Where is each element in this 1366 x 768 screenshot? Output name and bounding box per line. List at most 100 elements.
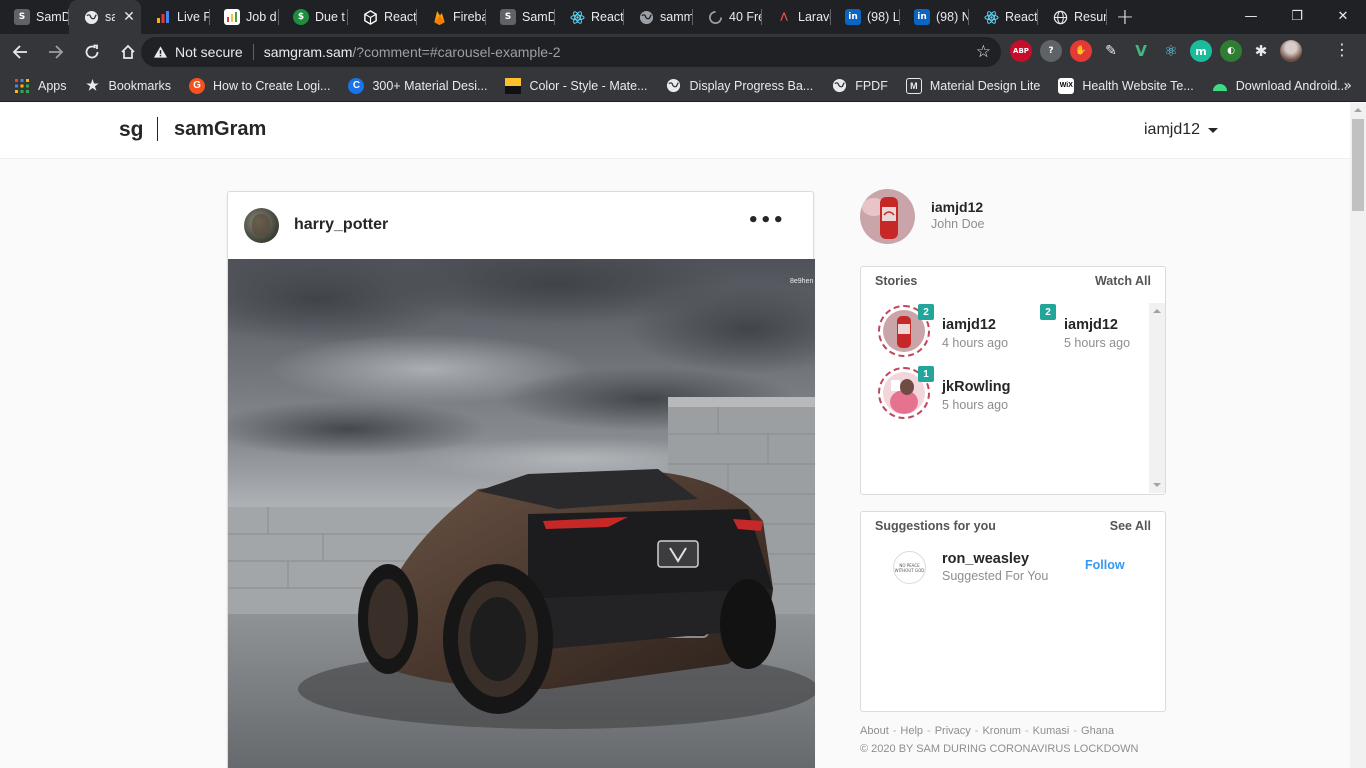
tab-close-icon[interactable]: ✕ bbox=[121, 9, 137, 25]
page-scrollbar[interactable] bbox=[1350, 103, 1366, 768]
wix-icon: WiX bbox=[1058, 77, 1075, 94]
tab-title: Live F bbox=[177, 10, 210, 24]
warning-triangle-icon[interactable] bbox=[152, 44, 168, 60]
bookmark-link[interactable]: C 300+ Material Desi... bbox=[348, 77, 487, 94]
globe-icon bbox=[1052, 9, 1068, 25]
help-badge-icon[interactable]: ? bbox=[1040, 40, 1062, 62]
browser-tab[interactable]: Fireba bbox=[417, 0, 486, 34]
logo-short[interactable]: sg bbox=[119, 118, 144, 142]
follow-button[interactable]: Follow bbox=[1085, 558, 1125, 572]
tab-title: samm bbox=[660, 10, 693, 24]
browser-tab[interactable]: $ Due t bbox=[279, 0, 348, 34]
tab-title: React bbox=[1005, 10, 1038, 24]
story-username: iamjd12 bbox=[1064, 317, 1118, 333]
logo-name[interactable]: samGram bbox=[174, 118, 266, 141]
user-menu-dropdown[interactable]: iamjd12 bbox=[1144, 121, 1219, 139]
new-tab-button[interactable]: + bbox=[1107, 0, 1143, 34]
browser-tab[interactable]: S SamD bbox=[0, 0, 69, 34]
browser-tab[interactable]: React bbox=[348, 0, 417, 34]
stories-title: Stories bbox=[875, 274, 918, 288]
browser-tab[interactable]: Live F bbox=[141, 0, 210, 34]
suggestion-username[interactable]: ron_weasley bbox=[942, 551, 1029, 567]
see-all-link[interactable]: See All bbox=[1110, 519, 1151, 533]
forward-arrow-icon[interactable] bbox=[40, 36, 72, 68]
browser-tab[interactable]: React bbox=[969, 0, 1038, 34]
story-item[interactable]: 1 jkRowling 5 hours ago bbox=[861, 366, 1021, 423]
footer-link-about[interactable]: About bbox=[860, 725, 889, 737]
story-count-badge: 1 bbox=[918, 366, 934, 382]
globe-icon bbox=[831, 78, 847, 94]
bookmark-star-icon[interactable]: ☆ bbox=[976, 42, 991, 62]
minimize-icon[interactable]: — bbox=[1228, 0, 1274, 32]
adblock-plus-icon[interactable]: ABP bbox=[1010, 40, 1032, 62]
post-header: harry_potter ••• bbox=[228, 192, 813, 259]
bookmark-link[interactable]: G How to Create Logi... bbox=[189, 77, 331, 94]
bookmark-link[interactable]: Download Android... bbox=[1212, 78, 1348, 94]
footer-link-privacy[interactable]: Privacy bbox=[935, 725, 971, 737]
browser-tab[interactable]: in (98) L bbox=[831, 0, 900, 34]
tab-title: sa bbox=[105, 10, 115, 24]
profile-handle[interactable]: iamjd12 bbox=[931, 199, 983, 215]
m-extension-icon[interactable]: m bbox=[1190, 40, 1212, 62]
samd-icon: S bbox=[500, 9, 516, 25]
footer-link-kronum[interactable]: Kronum bbox=[982, 725, 1021, 737]
profile-avatar-icon[interactable] bbox=[1280, 40, 1302, 62]
scroll-up-arrow-icon[interactable] bbox=[1153, 309, 1161, 313]
bookmark-link[interactable]: Color - Style - Mate... bbox=[505, 77, 648, 94]
bookmark-label: Apps bbox=[38, 78, 67, 93]
suggestion-avatar[interactable]: NO PEACE WITHOUT GOD bbox=[893, 551, 926, 584]
bookmark-label: Material Design Lite bbox=[929, 78, 1041, 93]
post-image[interactable]: 8e9hen bbox=[228, 259, 815, 768]
browser-tab-active[interactable]: sa ✕ bbox=[69, 0, 141, 34]
bookmark-link[interactable]: WiX Health Website Te... bbox=[1058, 77, 1194, 94]
browser-menu-icon[interactable]: ⋮ bbox=[1334, 42, 1350, 58]
browser-tab[interactable]: React bbox=[555, 0, 624, 34]
footer-link-kumasi[interactable]: Kumasi bbox=[1033, 725, 1070, 737]
story-item[interactable]: 2 iamjd12 5 hours ago bbox=[983, 304, 1143, 361]
react-devtools-icon[interactable]: ⚛ bbox=[1160, 40, 1182, 62]
close-window-icon[interactable]: ✕ bbox=[1320, 0, 1366, 32]
address-bar[interactable]: Not secure samgram.sam /?comment=#carous… bbox=[141, 37, 1001, 67]
scrollbar-thumb[interactable] bbox=[1352, 119, 1364, 211]
footer-link-help[interactable]: Help bbox=[900, 725, 923, 737]
profile-avatar[interactable] bbox=[860, 189, 915, 244]
browser-tab[interactable]: Job d bbox=[210, 0, 279, 34]
more-options-icon[interactable]: ••• bbox=[747, 210, 785, 231]
footer-separator: - bbox=[1024, 725, 1029, 737]
bookmark-apps[interactable]: Apps bbox=[14, 78, 67, 94]
puzzle-icon[interactable]: ✱ bbox=[1250, 40, 1272, 62]
browser-tab[interactable]: samm bbox=[624, 0, 693, 34]
security-label[interactable]: Not secure bbox=[175, 44, 243, 60]
watch-all-link[interactable]: Watch All bbox=[1095, 274, 1151, 288]
browser-tab[interactable]: in (98) N bbox=[900, 0, 969, 34]
scroll-up-arrow-icon[interactable] bbox=[1354, 108, 1362, 112]
home-icon[interactable] bbox=[112, 36, 144, 68]
photo-watermark: 8e9hen bbox=[790, 278, 813, 285]
scroll-down-arrow-icon[interactable] bbox=[1153, 483, 1161, 487]
bookmarks-overflow-icon[interactable]: » bbox=[1343, 78, 1352, 94]
tab-title: Job d bbox=[246, 10, 277, 24]
bookmark-folder[interactable]: ★ Bookmarks bbox=[85, 77, 171, 94]
bookmark-link[interactable]: FPDF bbox=[831, 78, 888, 94]
eyedropper-icon[interactable]: ✎ bbox=[1100, 40, 1122, 62]
material-color-icon bbox=[505, 77, 522, 94]
bookmark-label: How to Create Logi... bbox=[213, 78, 331, 93]
react-icon bbox=[569, 9, 585, 25]
browser-tab[interactable]: ⋀ Larave bbox=[762, 0, 831, 34]
back-arrow-icon[interactable] bbox=[4, 36, 36, 68]
bookmark-link[interactable]: Display Progress Ba... bbox=[666, 78, 813, 94]
browser-tab[interactable]: Resun bbox=[1038, 0, 1107, 34]
browser-tab[interactable]: S SamD bbox=[486, 0, 555, 34]
restore-icon[interactable]: ❐ bbox=[1274, 0, 1320, 32]
globe-extension-icon[interactable]: ◐ bbox=[1220, 40, 1242, 62]
post-author-username[interactable]: harry_potter bbox=[294, 216, 388, 234]
stories-scrollbar[interactable] bbox=[1149, 303, 1165, 493]
browser-tab[interactable]: 40 Fre bbox=[693, 0, 762, 34]
ublock-icon[interactable]: ✋ bbox=[1070, 40, 1092, 62]
footer-link-ghana[interactable]: Ghana bbox=[1081, 725, 1114, 737]
reload-icon[interactable] bbox=[76, 36, 108, 68]
post-author-avatar[interactable] bbox=[244, 208, 279, 243]
bookmark-link[interactable]: M Material Design Lite bbox=[905, 77, 1041, 94]
tab-title: Fireba bbox=[453, 10, 486, 24]
vue-devtools-icon[interactable]: V bbox=[1130, 40, 1152, 62]
